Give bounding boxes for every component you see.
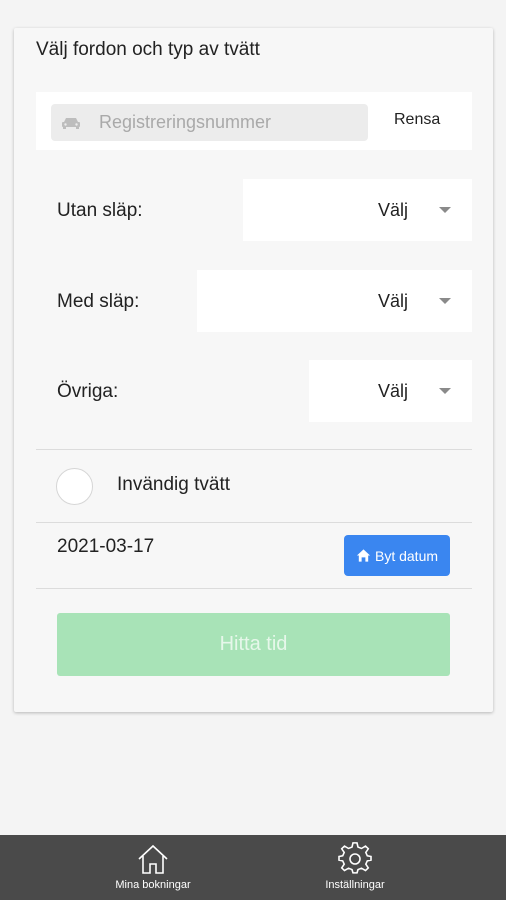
change-date-button[interactable]: Byt datum (344, 535, 450, 576)
card-title: Välj fordon och typ av tvätt (36, 39, 260, 60)
bottom-tab-bar: Mina bokningar Inställningar (0, 835, 506, 900)
registration-input[interactable]: Registreringsnummer (51, 104, 368, 141)
select-value: Välj (377, 200, 408, 220)
tab-settings[interactable]: Inställningar (280, 835, 430, 900)
tab-label: Inställningar (325, 879, 385, 891)
change-date-label: Byt datum (374, 547, 439, 564)
select-label: Utan släp: (57, 200, 143, 221)
divider (36, 522, 472, 523)
wash-selection-card: Välj fordon och typ av tvätt Registrerin… (14, 28, 493, 712)
gear-icon (338, 842, 372, 874)
clear-button[interactable]: Rensa (394, 111, 440, 129)
divider (36, 449, 472, 450)
car-icon (62, 117, 80, 129)
home-icon (138, 844, 168, 874)
select-label: Med släp: (57, 291, 140, 312)
find-time-button[interactable]: Hitta tid (57, 613, 450, 676)
caret-down-icon (439, 207, 451, 213)
other-select[interactable]: Välj (309, 360, 472, 422)
registration-row: Registreringsnummer Rensa (36, 92, 472, 150)
selected-date: 2021-03-17 (57, 536, 155, 557)
divider (36, 588, 472, 589)
tab-my-bookings[interactable]: Mina bokningar (78, 835, 228, 900)
select-value: Välj (377, 291, 408, 311)
home-icon (356, 549, 371, 562)
select-value: Välj (377, 381, 408, 401)
select-label: Övriga: (57, 381, 119, 402)
without-trailer-select[interactable]: Välj (243, 179, 472, 241)
registration-placeholder: Registreringsnummer (99, 112, 272, 132)
interior-wash-label: Invändig tvätt (117, 474, 231, 495)
tab-label: Mina bokningar (115, 879, 191, 891)
select-row-with-trailer: Med släp: Välj (36, 270, 472, 332)
caret-down-icon (439, 388, 451, 394)
select-row-other: Övriga: Välj (36, 360, 472, 422)
interior-wash-radio[interactable] (56, 468, 93, 505)
with-trailer-select[interactable]: Välj (197, 270, 472, 332)
select-row-without-trailer: Utan släp: Välj (36, 179, 472, 241)
caret-down-icon (439, 298, 451, 304)
